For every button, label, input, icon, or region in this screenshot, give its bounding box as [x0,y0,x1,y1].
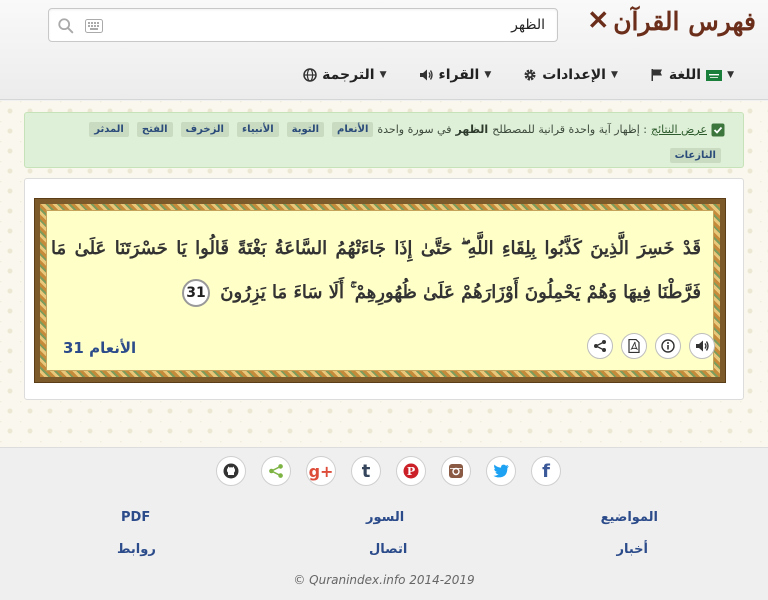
alert-search-term: الظهر [455,123,489,136]
sura-tag[interactable]: المدثر [89,122,129,137]
saudi-flag-icon [706,69,723,81]
sura-tag[interactable]: النازعات [669,148,721,163]
svg-text:P: P [407,465,415,478]
verse-body: قَدْ خَسِرَ الَّذِينَ كَذَّبُوا بِلِقَاء… [51,238,701,303]
logo-mark-icon: ✕ [587,6,610,36]
menu-translation[interactable]: الترجمة ▼ [303,64,390,86]
search-input[interactable] [119,9,551,41]
show-results-link[interactable]: عرض النتائج [651,123,707,136]
pdf-icon [628,339,640,353]
globe-icon [303,68,317,82]
chevron-down-icon: ▼ [379,70,387,80]
twitter-icon [493,464,509,478]
menu-reciters-label: القراء [438,67,480,83]
search-icon[interactable] [57,17,75,35]
alert-message: عرض النتائج : إظهار آية واحدة قرانية للم… [85,122,725,137]
tumblr-icon: t [361,460,371,482]
share-social-button[interactable] [261,456,291,486]
social-links: g+ t P f [216,456,561,486]
footer-link-pdf[interactable]: PDF [121,510,150,525]
verse-inner: قَدْ خَسِرَ الَّذِينَ كَذَّبُوا بِلِقَاء… [46,210,715,371]
sura-tag[interactable]: الأنعام [332,122,374,137]
github-icon [223,463,239,479]
pinterest-icon: P [403,463,419,479]
verse-card: قَدْ خَسِرَ الَّذِينَ كَذَّبُوا بِلِقَاء… [24,178,744,400]
instagram-button[interactable] [441,456,471,486]
share-icon [594,340,606,352]
sura-tag[interactable]: الزخرف [180,122,229,137]
verse-number: 31 [181,279,210,307]
copyright: © Quranindex.info 2014-2019 [293,573,475,587]
alert-tags-row2: النازعات [666,143,721,163]
sura-tag[interactable]: الأنبياء [236,122,279,137]
sura-reference[interactable]: الأنعام 31 [63,339,136,357]
logo-text: فهرس القرآن [613,6,756,36]
instagram-icon [449,464,463,478]
audio-button[interactable] [689,333,715,359]
facebook-icon: f [542,460,550,482]
main-menu: الترجمة ▼ القراء ▼ الإعدادات ▼ اللغة ▼ [303,64,738,86]
menu-language-label: اللغة [668,67,702,83]
audio-icon [695,340,709,352]
verse-frame: قَدْ خَسِرَ الَّذِينَ كَذَّبُوا بِلِقَاء… [35,199,725,382]
gear-icon [524,69,536,81]
menu-reciters[interactable]: القراء ▼ [419,64,496,86]
footer-link-contact[interactable]: اتصال [369,542,407,557]
chevron-down-icon: ▼ [610,70,618,80]
google-plus-button[interactable]: g+ [306,456,336,486]
facebook-button[interactable]: f [531,456,561,486]
verse-actions [587,333,715,359]
pdf-button[interactable] [621,333,647,359]
alert-text-before: : إظهار آية واحدة قرانية للمصطلح [492,123,647,136]
share-icon [269,464,283,478]
google-plus-icon: g+ [308,461,334,481]
sura-tag[interactable]: التوبة [286,122,325,137]
twitter-button[interactable] [486,456,516,486]
alert-text-after: في سورة واحدة [377,123,452,136]
results-alert: عرض النتائج : إظهار آية واحدة قرانية للم… [24,112,744,168]
header: فهرس القرآن ✕ الترجمة ▼ [0,0,768,100]
footer-link-suras[interactable]: السور [366,510,404,525]
keyboard-icon[interactable] [85,19,103,33]
menu-language[interactable]: اللغة ▼ [650,64,738,86]
pinterest-button[interactable]: P [396,456,426,486]
check-icon [711,123,725,136]
share-button[interactable] [587,333,613,359]
site-logo[interactable]: فهرس القرآن ✕ [587,6,756,36]
footer-link-news[interactable]: أخبار [617,542,649,557]
footer-link-links[interactable]: روابط [117,542,156,557]
search-box [48,8,558,42]
menu-settings-label: الإعدادات [542,67,606,83]
flag-icon [651,69,662,81]
footer: g+ t P f المواضيع السور PDF أخبار اتصال … [0,447,768,600]
menu-translation-label: الترجمة [322,67,375,83]
verse-text: قَدْ خَسِرَ الَّذِينَ كَذَّبُوا بِلِقَاء… [51,227,701,315]
footer-link-topics[interactable]: المواضيع [601,510,658,525]
chevron-down-icon: ▼ [484,70,492,80]
sura-tag[interactable]: الفتح [136,122,173,137]
github-button[interactable] [216,456,246,486]
chevron-down-icon: ▼ [727,70,734,80]
info-button[interactable] [655,333,681,359]
info-icon [661,339,675,353]
speaker-icon [419,69,433,81]
tumblr-button[interactable]: t [351,456,381,486]
menu-settings[interactable]: الإعدادات ▼ [523,64,622,86]
